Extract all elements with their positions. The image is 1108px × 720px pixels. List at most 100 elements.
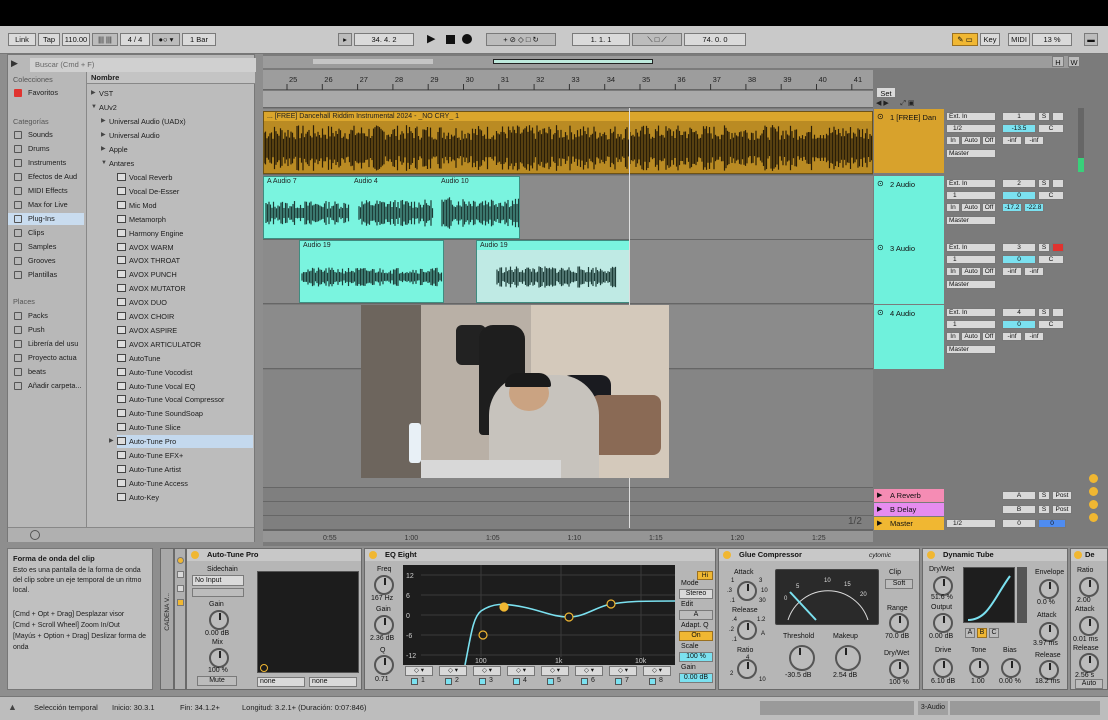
edit-toggle[interactable]: A [679,610,713,620]
track-name[interactable]: 3 Audio [890,244,942,253]
fold-icon[interactable]: ⊙ [877,112,884,121]
master-channel-select[interactable]: 1/2 [946,519,996,528]
threshold-knob[interactable] [789,645,815,671]
device-on-icon[interactable] [369,551,377,559]
sidebar-item-place[interactable]: Push [8,324,84,336]
chain-macro-icon[interactable] [177,571,184,578]
track-name[interactable]: 2 Audio [890,180,942,189]
plugin-item[interactable]: Auto-Tune Slice [117,421,253,434]
plugin-item[interactable]: Auto-Tune Vocodist [117,366,253,379]
track-activator[interactable]: 1 [1002,112,1036,121]
stop-icon[interactable] [446,35,455,44]
input-type-select[interactable]: Ext. In [946,308,996,317]
ratio-knob[interactable] [1079,577,1099,597]
metronome-button[interactable]: ●○ ▾ [152,33,180,46]
input-channel-select[interactable]: 1/2 [946,124,996,133]
mode-select[interactable]: Stereo [679,589,713,599]
plugin-item[interactable]: AVOX PUNCH [117,268,253,281]
tree-folder[interactable]: ▶ Apple [101,143,128,156]
plugin-item[interactable]: AVOX THROAT [117,254,253,267]
range-knob[interactable] [889,613,909,633]
loop-length-field[interactable]: 74. 0. 0 [684,33,746,46]
monitor-in-button[interactable]: In [946,136,960,145]
input-type-select[interactable]: Ext. In [946,179,996,188]
device-on-icon[interactable] [191,551,199,559]
sidechain-input-select[interactable]: No Input [192,575,244,586]
plugin-item[interactable]: AVOX CHOIR [117,310,253,323]
arm-button[interactable] [1052,112,1064,121]
nudge-buttons[interactable]: ||| ||| [92,33,118,46]
clip-audio-19-a[interactable]: Audio 19 [299,240,444,303]
follow-icon[interactable]: ▸ [338,33,352,46]
preview-icon[interactable] [30,530,40,540]
ratio-knob[interactable] [737,659,757,679]
output-knob[interactable] [933,613,953,633]
freq-knob[interactable] [374,575,394,595]
loop-toggle[interactable]: ⟍ □ ⟋ [632,33,682,46]
tree-folder[interactable]: ▶ Universal Audio [101,129,160,142]
track-header[interactable]: ⊙ 4 Audio [874,305,944,369]
return-activator[interactable]: B [1002,505,1036,514]
track-name[interactable]: 4 Audio [890,309,942,318]
midi-map-button[interactable]: MIDI [1008,33,1030,46]
mute-button[interactable]: Mute [197,676,237,686]
plugin-item[interactable]: Auto-Tune Vocal Compressor [117,393,253,406]
eq-band-handle[interactable] [564,612,574,622]
eq-filter-type[interactable]: ◇ ▾ [405,666,433,676]
volume-field[interactable]: 0 [1002,255,1036,264]
set-locator-button[interactable]: Set [876,87,896,98]
loop-start-field[interactable]: 1. 1. 1 [572,33,630,46]
play-icon[interactable]: ▶ [877,519,882,527]
bias-knob[interactable] [1001,658,1021,678]
locator-nav[interactable]: ◀ ▶ ⤢ ▣ [876,99,946,108]
drywet-knob[interactable] [933,576,953,596]
tree-folder[interactable]: ▶ VST [91,87,113,100]
arm-button[interactable] [1052,179,1064,188]
eq-title[interactable]: EQ Eight [365,549,715,561]
plugin-item[interactable]: Auto-Tune SoundSoap [117,407,253,420]
plugin-item[interactable]: Mic Mod [117,199,253,212]
solo-button[interactable]: S [1038,179,1050,188]
draw-mode-button[interactable]: ✎ ▭ [952,33,978,46]
device-on-icon[interactable] [723,551,731,559]
tree-folder[interactable]: ▼ AUv2 [91,101,117,114]
sidebar-item-place[interactable]: Librería del usu [8,338,84,350]
eq-band-toggle[interactable] [411,678,418,685]
eq-band-toggle[interactable] [513,678,520,685]
track-name[interactable]: 1 [FREE] Dan [890,113,942,122]
input-type-select[interactable]: Ext. In [946,112,996,121]
monitor-off-button[interactable]: Off [982,136,996,145]
tube-title[interactable]: Dynamic Tube [923,549,1067,561]
expand-icon[interactable]: ▶ [101,143,106,156]
expand-icon[interactable]: ▶ [91,87,96,100]
tap-button[interactable]: Tap [38,33,60,46]
sidebar-item-category[interactable]: Samples [8,241,84,253]
output-select[interactable]: Master [946,216,996,225]
tone-knob[interactable] [969,658,989,678]
input-channel-select[interactable]: 1 [946,255,996,264]
eq-band-handle[interactable] [478,630,488,640]
plugin-item[interactable]: AutoTune [117,352,253,365]
fold-icon[interactable]: ⊙ [877,308,884,317]
sidechain-source[interactable] [192,588,244,597]
sidebar-item-category[interactable]: Grooves [8,255,84,267]
volume-field[interactable]: -13.5 [1002,124,1036,133]
plugin-item[interactable]: Vocal De-Esser [117,185,253,198]
eq-filter-type[interactable]: ◇ ▾ [473,666,501,676]
monitor-auto-button[interactable]: Auto [961,203,981,212]
plugin-item[interactable]: Auto-Tune Vocal EQ [117,380,253,393]
fold-icon[interactable]: ⊙ [877,243,884,252]
track-activator[interactable]: 2 [1002,179,1036,188]
record-icon[interactable] [462,34,472,44]
eq-filter-type[interactable]: ◇ ▾ [439,666,467,676]
return-track-header[interactable]: ▶ A Reverb [874,489,944,502]
pan-field[interactable]: C [1038,191,1064,200]
plugin-item[interactable]: AVOX ARTICULATOR [117,338,253,351]
sidebar-item-place[interactable]: Añadir carpeta... [8,380,84,392]
sidebar-item-favoritos[interactable]: Favoritos [8,87,84,99]
sidebar-item-place[interactable]: Packs [8,310,84,322]
makeup-knob[interactable] [835,645,861,671]
arm-button[interactable] [1052,243,1064,252]
plugin-item[interactable]: AVOX DUO [117,296,253,309]
return-track-header[interactable]: ▶ Master [874,517,944,530]
